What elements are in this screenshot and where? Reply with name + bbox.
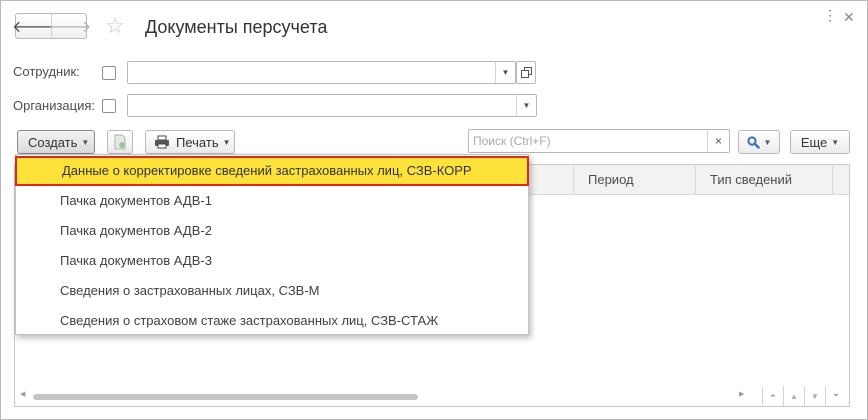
scroll-to-bottom-button[interactable]: ⏷ [825, 386, 846, 406]
menu-item-szv-stazh[interactable]: Сведения о страховом стаже застрахованны… [16, 306, 528, 336]
more-button[interactable]: Еще ▼ [790, 130, 850, 154]
search-input[interactable]: Поиск (Ctrl+F) × [468, 129, 730, 153]
employee-dropdown-button[interactable]: ▼ [495, 62, 515, 83]
scrollbar-thumb[interactable] [33, 394, 418, 400]
page-title: Документы персучета [145, 17, 328, 37]
search-icon [746, 135, 760, 149]
menu-item-adv-1[interactable]: Пачка документов АДВ-1 [16, 186, 528, 216]
copy-button[interactable] [107, 130, 133, 154]
employee-label: Сотрудник: [13, 64, 80, 79]
back-button[interactable]: 🡐 [12, 14, 55, 38]
nav-buttons: 🡐 🡒 [12, 13, 92, 39]
create-dropdown-menu: Данные о корректировке сведений застрахо… [15, 154, 529, 335]
printer-icon [155, 135, 169, 149]
scroll-to-top-button[interactable]: ⏶ [762, 386, 783, 406]
print-button[interactable]: Печать ▼ [145, 130, 235, 154]
employee-open-button[interactable] [516, 61, 536, 84]
double-chevron-down-icon: ⏷ [832, 391, 840, 400]
organization-dropdown-button[interactable]: ▼ [516, 95, 536, 116]
scroll-right-icon[interactable]: ▶ [739, 390, 744, 398]
chevron-down-icon: ▼ [222, 137, 231, 147]
menu-item-adv-2[interactable]: Пачка документов АДВ-2 [16, 216, 528, 246]
open-window-icon [520, 67, 532, 78]
list-navigation-buttons: ⏶ ▲ ▼ ⏷ [762, 386, 848, 406]
scroll-down-button[interactable]: ▼ [804, 386, 825, 406]
employee-checkbox[interactable] [102, 66, 116, 80]
menu-item-szv-korr[interactable]: Данные о корректировке сведений застрахо… [15, 156, 529, 186]
chevron-up-icon: ▲ [790, 391, 798, 401]
double-chevron-up-icon: ⏶ [769, 391, 777, 400]
forward-button[interactable]: 🡒 [49, 14, 92, 38]
favorite-star-icon[interactable]: ☆ [105, 13, 125, 39]
menu-item-adv-3[interactable]: Пачка документов АДВ-3 [16, 246, 528, 276]
chevron-down-icon: ▼ [811, 391, 819, 401]
employee-field[interactable]: ▼ [127, 61, 516, 84]
chevron-down-icon: ▼ [831, 137, 840, 147]
create-button-label: Создать [28, 134, 78, 150]
scroll-left-icon[interactable]: ◀ [20, 390, 25, 398]
chevron-down-icon: ▼ [501, 68, 510, 77]
create-button[interactable]: Создать ▼ [17, 130, 95, 154]
chevron-down-icon: ▼ [81, 137, 90, 147]
column-header-extra [832, 165, 849, 194]
chevron-down-icon: ▼ [763, 137, 772, 147]
copy-document-icon [114, 134, 126, 150]
search-button[interactable]: ▼ [738, 130, 780, 154]
search-clear-button[interactable]: × [707, 130, 729, 152]
more-button-label: Еще [800, 134, 828, 150]
column-header-period[interactable]: Период [573, 165, 695, 194]
print-button-label: Печать [176, 134, 219, 150]
close-icon: × [714, 134, 722, 148]
close-icon[interactable]: ✕ [843, 10, 855, 24]
menu-item-szv-m[interactable]: Сведения о застрахованных лицах, СЗВ-М [16, 276, 528, 306]
horizontal-scrollbar[interactable]: ◀ ▶ [15, 388, 755, 406]
organization-label: Организация: [13, 98, 96, 113]
search-placeholder: Поиск (Ctrl+F) [473, 134, 551, 148]
organization-checkbox[interactable] [102, 99, 116, 113]
scroll-up-button[interactable]: ▲ [783, 386, 804, 406]
column-header-type[interactable]: Тип сведений [695, 165, 832, 194]
organization-field[interactable]: ▼ [127, 94, 537, 117]
document-list-window: 🡐 🡒 ☆ Документы персучета ⋮ ✕ Сотрудник:… [0, 0, 868, 420]
chevron-down-icon: ▼ [522, 101, 531, 110]
arrow-right-icon: 🡒 [48, 18, 92, 36]
more-icon[interactable]: ⋮ [823, 8, 838, 22]
